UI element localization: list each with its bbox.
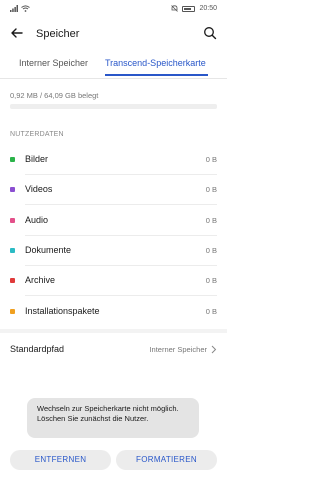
mute-icon xyxy=(171,5,179,12)
battery-icon xyxy=(182,5,196,12)
usage-bar xyxy=(10,104,217,109)
category-color-dot xyxy=(10,248,15,253)
category-row-audio[interactable]: Audio 0 B xyxy=(0,206,227,236)
category-size: 0 B xyxy=(205,307,217,316)
row-divider xyxy=(25,204,217,205)
page-title: Speicher xyxy=(36,28,80,40)
category-label: Bilder xyxy=(25,154,49,164)
toast-message: Wechseln zur Speicherkarte nicht möglich… xyxy=(27,398,199,438)
category-size: 0 B xyxy=(205,185,217,194)
category-row-install-packages[interactable]: Installationspakete 0 B xyxy=(0,297,227,327)
status-right: 20:50 xyxy=(171,5,217,12)
signal-icon xyxy=(10,5,18,12)
tab-internal-storage[interactable]: Interner Speicher xyxy=(19,58,88,68)
format-button[interactable]: FORMATIEREN xyxy=(116,450,217,470)
tab-indicator xyxy=(105,74,208,76)
search-icon[interactable] xyxy=(203,26,217,40)
status-left xyxy=(10,5,30,12)
category-label: Audio xyxy=(25,215,49,225)
tab-bar: Interner Speicher Transcend-Speicherkart… xyxy=(0,55,227,77)
usage-text: 0,92 MB / 64,09 GB belegt xyxy=(10,91,99,100)
category-color-dot xyxy=(10,278,15,283)
status-bar: 20:50 xyxy=(0,0,227,18)
wifi-icon xyxy=(21,5,30,12)
category-color-dot xyxy=(10,187,15,192)
tabs-divider xyxy=(0,78,227,79)
category-color-dot xyxy=(10,157,15,162)
category-row-images[interactable]: Bilder 0 B xyxy=(0,145,227,175)
category-row-archives[interactable]: Archive 0 B xyxy=(0,266,227,296)
category-color-dot xyxy=(10,309,15,314)
category-label: Installationspakete xyxy=(25,306,100,316)
default-path-row[interactable]: Standardpfad Interner Speicher xyxy=(0,336,227,362)
row-divider xyxy=(25,295,217,296)
category-size: 0 B xyxy=(205,276,217,285)
category-label: Archive xyxy=(25,275,56,285)
tab-sd-card[interactable]: Transcend-Speicherkarte xyxy=(105,58,206,68)
category-size: 0 B xyxy=(205,155,217,164)
category-size: 0 B xyxy=(205,246,217,255)
category-label: Videos xyxy=(25,184,53,194)
category-color-dot xyxy=(10,218,15,223)
section-separator xyxy=(0,329,227,333)
default-path-value: Interner Speicher xyxy=(149,345,207,354)
category-size: 0 B xyxy=(205,216,217,225)
default-path-label: Standardpfad xyxy=(10,344,65,354)
remove-button[interactable]: ENTFERNEN xyxy=(10,450,111,470)
app-bar: Speicher xyxy=(0,22,227,46)
category-label: Dokumente xyxy=(25,245,72,255)
section-label-user-data: NUTZERDATEN xyxy=(10,131,64,138)
category-row-videos[interactable]: Videos 0 B xyxy=(0,175,227,205)
back-arrow-icon[interactable] xyxy=(10,26,24,40)
chevron-right-icon xyxy=(211,345,217,354)
status-time: 20:50 xyxy=(199,5,217,12)
category-row-documents[interactable]: Dokumente 0 B xyxy=(0,236,227,266)
